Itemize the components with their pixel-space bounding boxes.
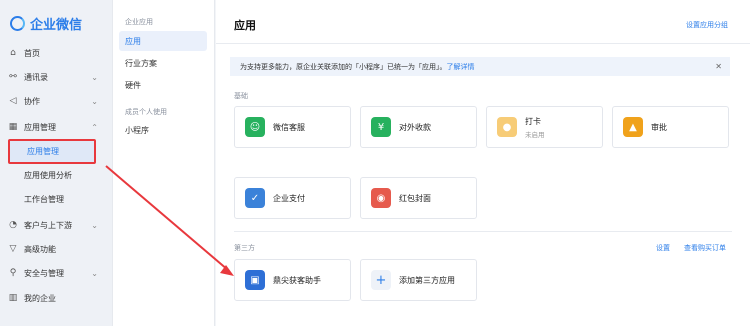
add-third-party-app-button[interactable]: + 添加第三方应用 xyxy=(360,259,477,301)
category-miniprogram[interactable]: 小程序 xyxy=(119,120,207,140)
send-icon: ◁ xyxy=(9,96,17,106)
app-card-checkin[interactable]: ● 打卡 未启用 xyxy=(486,106,603,148)
redpacket-icon: ◉ xyxy=(371,188,391,208)
nav-customers-label: 客户与上下游 xyxy=(24,220,72,230)
view-purchase-orders-link[interactable]: 查看购买订单 xyxy=(684,243,726,253)
app-name: 对外收款 xyxy=(399,122,431,132)
nav-app-manage-label: 应用管理 xyxy=(24,122,56,132)
chevron-down-icon: ⌄ xyxy=(91,96,98,106)
brand-logo[interactable]: 企业微信 xyxy=(10,14,82,33)
subnav-usage-analysis[interactable]: 应用使用分析 xyxy=(24,166,100,184)
stamp-icon: ▲ xyxy=(623,117,643,137)
assistant-icon: ▣ xyxy=(245,270,265,290)
nav-collab[interactable]: ◁ 协作 ⌄ xyxy=(8,92,104,110)
app-card-dingjian-assistant[interactable]: ▣ 鼎尖获客助手 xyxy=(234,259,351,301)
nav-security[interactable]: ⚲ 安全与管理 ⌄ xyxy=(8,264,104,282)
chat-icon: ☺ xyxy=(245,117,265,137)
location-icon: ● xyxy=(497,117,517,137)
app-name: 审批 xyxy=(651,122,667,132)
section-basic-label: 基础 xyxy=(234,92,248,100)
category-industry[interactable]: 行业方案 xyxy=(119,53,207,73)
diamond-icon: ▽ xyxy=(9,244,17,254)
notice-banner: 为支持更多能力，原企业关联添加的「小程序」已统一为「应用」。 了解详情 ✕ xyxy=(230,57,730,76)
app-name: 企业支付 xyxy=(273,193,305,203)
app-card-redpacket-cover[interactable]: ◉ 红包封面 xyxy=(360,177,477,219)
chevron-down-icon: ⌄ xyxy=(91,268,98,278)
category-apps-label: 应用 xyxy=(125,36,141,46)
nav-my-company-label: 我的企业 xyxy=(24,293,56,303)
app-card-external-payment[interactable]: ¥ 对外收款 xyxy=(360,106,477,148)
nav-contacts[interactable]: ⚯ 通讯录 ⌄ xyxy=(8,68,104,86)
category-apps[interactable]: 应用 xyxy=(119,31,207,51)
chevron-up-icon: ⌃ xyxy=(91,122,98,132)
pay-icon: ✓ xyxy=(245,188,265,208)
section-label-enterprise-apps: 企业应用 xyxy=(125,18,153,26)
customer-icon: ◔ xyxy=(9,220,17,230)
app-status: 未启用 xyxy=(525,130,545,139)
main-content: 应用 设置应用分组 为支持更多能力，原企业关联添加的「小程序」已统一为「应用」。… xyxy=(216,0,750,326)
nav-advanced-label: 高级功能 xyxy=(24,244,56,254)
add-third-party-label: 添加第三方应用 xyxy=(399,275,455,285)
sidebar: 企业微信 ⌂ 首页 ⚯ 通讯录 ⌄ ◁ 协作 ⌄ ▦ 应用管理 ⌃ 应用管理 应… xyxy=(0,0,112,326)
third-party-settings-link[interactable]: 设置 xyxy=(656,243,670,253)
category-industry-label: 行业方案 xyxy=(125,58,157,68)
notice-text: 为支持更多能力，原企业关联添加的「小程序」已统一为「应用」。 xyxy=(240,62,447,71)
app-name: 鼎尖获客助手 xyxy=(273,275,321,285)
divider xyxy=(234,231,732,232)
grid-icon: ▦ xyxy=(8,122,18,132)
app-name: 红包封面 xyxy=(399,193,431,203)
subnav-app-manage[interactable]: 应用管理 xyxy=(8,139,96,164)
section-label-member-use: 成员个人使用 xyxy=(125,108,167,116)
app-card-enterprise-pay[interactable]: ✓ 企业支付 xyxy=(234,177,351,219)
building-icon: ▥ xyxy=(8,293,18,303)
notice-learn-more-link[interactable]: 了解详情 xyxy=(447,62,475,72)
wecom-logo-icon xyxy=(10,16,25,31)
shield-icon: ⚲ xyxy=(9,268,17,278)
category-hardware[interactable]: 硬件 xyxy=(119,75,207,95)
chevron-down-icon: ⌄ xyxy=(91,220,98,230)
chevron-down-icon: ⌄ xyxy=(91,72,98,82)
nav-home[interactable]: ⌂ 首页 xyxy=(8,44,104,62)
nav-app-manage[interactable]: ▦ 应用管理 ⌃ xyxy=(8,118,104,136)
settings-app-group-link[interactable]: 设置应用分组 xyxy=(686,20,728,30)
close-icon[interactable]: ✕ xyxy=(715,62,722,71)
category-hardware-label: 硬件 xyxy=(125,80,141,90)
subnav-workbench-label: 工作台管理 xyxy=(24,194,64,204)
plus-icon: + xyxy=(371,270,391,290)
app-category-panel: 企业应用 应用 行业方案 硬件 成员个人使用 小程序 xyxy=(112,0,215,326)
divider xyxy=(216,43,750,44)
subnav-workbench[interactable]: 工作台管理 xyxy=(24,190,100,208)
app-card-wechat-service[interactable]: ☺ 微信客服 xyxy=(234,106,351,148)
org-icon: ⚯ xyxy=(9,72,17,82)
page-title: 应用 xyxy=(234,19,256,32)
nav-collab-label: 协作 xyxy=(24,96,40,106)
home-icon: ⌂ xyxy=(10,48,16,58)
nav-contacts-label: 通讯录 xyxy=(24,72,48,82)
nav-my-company[interactable]: ▥ 我的企业 xyxy=(8,289,104,307)
yen-icon: ¥ xyxy=(371,117,391,137)
nav-home-label: 首页 xyxy=(24,48,40,58)
app-name: 微信客服 xyxy=(273,122,305,132)
section-third-party-label: 第三方 xyxy=(234,244,255,252)
brand-name: 企业微信 xyxy=(30,18,83,33)
app-name: 打卡 xyxy=(525,116,541,126)
category-miniprogram-label: 小程序 xyxy=(125,125,149,135)
nav-security-label: 安全与管理 xyxy=(24,268,64,278)
nav-advanced[interactable]: ▽ 高级功能 xyxy=(8,240,104,258)
subnav-usage-analysis-label: 应用使用分析 xyxy=(24,170,72,180)
subnav-app-manage-label: 应用管理 xyxy=(27,147,59,156)
app-card-approval[interactable]: ▲ 审批 xyxy=(612,106,729,148)
nav-customers[interactable]: ◔ 客户与上下游 ⌄ xyxy=(8,216,104,234)
